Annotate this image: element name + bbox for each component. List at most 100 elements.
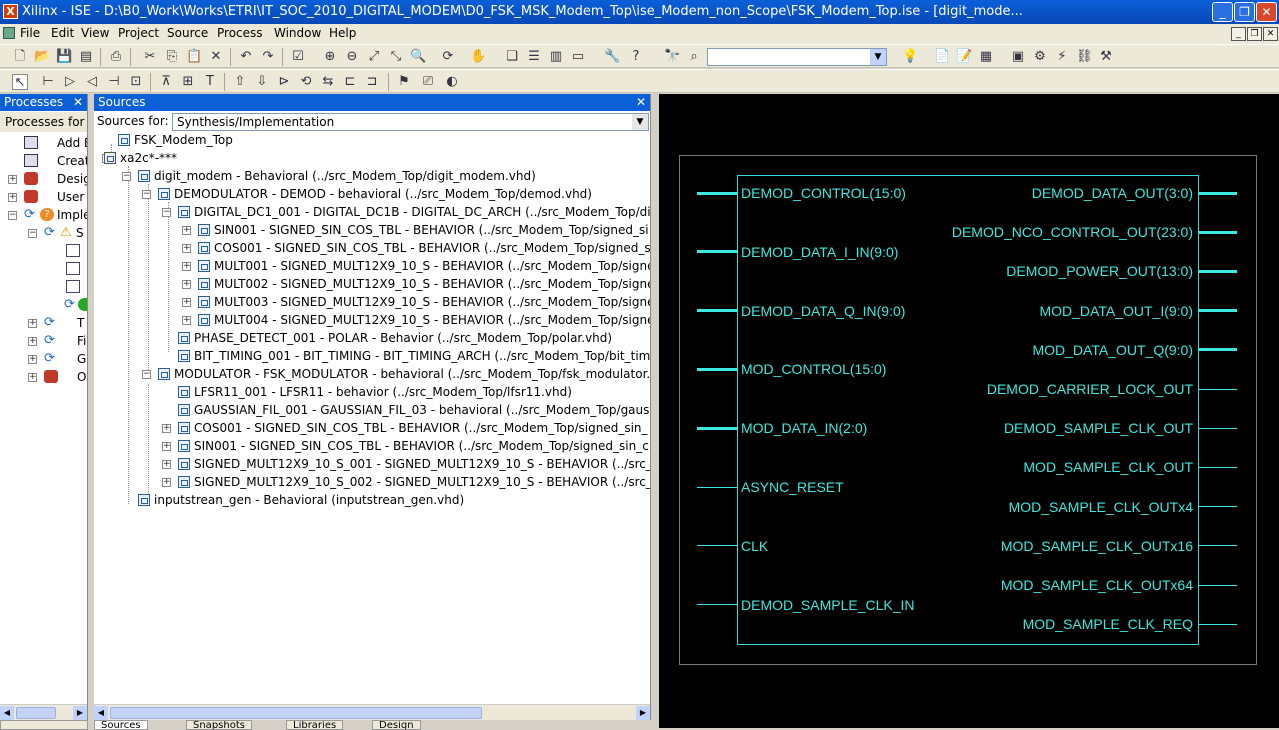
input-pin-wire[interactable] — [697, 426, 737, 430]
mdi-close-button[interactable]: ✕ — [1263, 27, 1278, 41]
output-pin-wire[interactable] — [1199, 584, 1237, 586]
tile-vertical-icon[interactable]: ▥ — [548, 49, 564, 65]
tab-libraries[interactable]: Libraries — [286, 720, 344, 730]
menu-view[interactable]: View — [81, 26, 109, 40]
add-bus-icon[interactable]: ⊣ — [106, 74, 122, 90]
input-pin-wire[interactable] — [697, 545, 737, 547]
symbol-icon[interactable]: ⊳ — [276, 74, 292, 90]
close-button[interactable]: ✕ — [1256, 2, 1277, 22]
tree-node[interactable]: − DIGITAL_DC1_001 - DIGITAL_DC1B - DIGITA… — [94, 203, 650, 221]
zoom-fit-icon[interactable]: ⤢ — [366, 49, 382, 65]
expand-icon[interactable]: + — [182, 280, 191, 289]
add-net-icon[interactable]: ▷ — [62, 74, 78, 90]
collapse-icon[interactable]: − — [28, 229, 37, 238]
processes-horizontal-scrollbar[interactable]: ◀ ▶ — [0, 704, 87, 720]
print-preview-icon[interactable]: ⎚ — [420, 74, 436, 90]
check-icon[interactable]: ☑ — [290, 49, 306, 65]
close-icon[interactable]: ✕ — [636, 94, 646, 111]
output-pin-wire[interactable] — [1199, 230, 1237, 234]
floorplan-icon[interactable]: ⚒ — [1098, 49, 1114, 65]
menu-edit[interactable]: Edit — [51, 26, 74, 40]
output-pin-wire[interactable] — [1199, 269, 1237, 273]
select-pointer-icon[interactable]: ↖ — [12, 74, 28, 90]
tree-node[interactable]: + MULT003 - SIGNED_MULT12X9_10_S - BEHAVI… — [94, 293, 650, 311]
tree-node[interactable]: inputstrean_gen - Behavioral (inputstrea… — [94, 491, 650, 509]
expand-icon[interactable]: + — [28, 337, 37, 346]
tree-node[interactable]: + MULT001 - SIGNED_MULT12X9_10_S - BEHAVI… — [94, 257, 650, 275]
output-pin-wire[interactable] — [1199, 348, 1237, 352]
menu-help[interactable]: Help — [329, 26, 356, 40]
rotate-icon[interactable]: ⟲ — [298, 74, 314, 90]
output-pin-wire[interactable] — [1199, 191, 1237, 195]
zoom-select-icon[interactable]: 🔍 — [410, 49, 426, 65]
tree-node[interactable]: LFSR11_001 - LFSR11 - behavior (../src_M… — [94, 383, 650, 401]
push-up-icon[interactable]: ⇧ — [232, 74, 248, 90]
input-pin-wire[interactable] — [697, 250, 737, 254]
sources-horizontal-scrollbar[interactable]: ◀ ▶ — [94, 704, 650, 720]
input-pin-wire[interactable] — [697, 486, 737, 488]
tile-horizontal-icon[interactable]: ☰ — [526, 49, 542, 65]
pinout-icon[interactable]: ⛓ — [1076, 49, 1093, 65]
tab-sources[interactable]: Sources — [94, 720, 148, 730]
tree-node[interactable]: −xa2c*-*** — [94, 149, 650, 167]
expand-icon[interactable]: + — [8, 193, 17, 202]
edit-document-icon[interactable]: 📝 — [956, 49, 972, 65]
branch-icon[interactable]: ⊐ — [364, 74, 380, 90]
tree-node[interactable]: + COS001 - SIGNED_SIN_COS_TBL - BEHAVIOR … — [94, 419, 650, 437]
input-pin-wire[interactable] — [697, 604, 737, 606]
expand-icon[interactable]: + — [182, 316, 191, 325]
tree-node[interactable]: + SIN001 - SIGNED_SIN_COS_TBL - BEHAVIOR … — [94, 437, 650, 455]
hand-icon[interactable]: ✋ — [470, 49, 486, 65]
collapse-icon[interactable]: − — [122, 172, 131, 181]
output-pin-wire[interactable] — [1199, 545, 1237, 547]
push-down-icon[interactable]: ⇩ — [254, 74, 270, 90]
scroll-left-icon[interactable]: ◀ — [0, 706, 14, 720]
tree-node[interactable]: + SIN001 - SIGNED_SIN_COS_TBL - BEHAVIOR … — [94, 221, 650, 239]
minimize-button[interactable]: _ — [1212, 2, 1233, 22]
check-schematic-icon[interactable]: ⚑ — [396, 74, 412, 90]
add-wire-icon[interactable]: ⊢ — [40, 74, 56, 90]
mirror-icon[interactable]: ⇆ — [320, 74, 336, 90]
schematic-canvas[interactable]: DEMOD_CONTROL(15:0) DEMOD_DATA_I_IN(9:0) D… — [659, 94, 1279, 728]
add-symbol-icon[interactable]: ⊡ — [128, 74, 144, 90]
expand-icon[interactable]: + — [28, 319, 37, 328]
tree-node[interactable]: BIT_TIMING_001 - BIT_TIMING - BIT_TIMING… — [94, 347, 650, 365]
expand-icon[interactable]: + — [182, 298, 191, 307]
mdi-minimize-button[interactable]: _ — [1231, 27, 1246, 41]
zoom-out-icon[interactable]: ⊖ — [344, 49, 360, 65]
output-pin-wire[interactable] — [1199, 466, 1237, 468]
tree-node[interactable]: − digit_modem - Behavioral (../src_Modem_… — [94, 167, 650, 185]
save-icon[interactable]: 💾 — [56, 49, 72, 65]
expand-icon[interactable]: + — [162, 460, 171, 469]
collapse-icon[interactable]: − — [8, 211, 17, 220]
add-io-icon[interactable]: ◁ — [84, 74, 100, 90]
tree-node[interactable]: + MULT004 - SIGNED_MULT12X9_10_S - BEHAVI… — [94, 311, 650, 329]
expand-icon[interactable]: + — [28, 355, 37, 364]
scroll-thumb[interactable] — [110, 707, 482, 719]
tab-design[interactable]: Design — [372, 720, 421, 730]
output-pin-wire[interactable] — [1199, 388, 1237, 390]
output-pin-wire[interactable] — [1199, 506, 1237, 508]
zoom-in-icon[interactable]: ⊕ — [322, 49, 338, 65]
mdi-restore-button[interactable]: ❐ — [1247, 27, 1262, 41]
collapse-icon[interactable]: − — [162, 208, 171, 217]
menu-source[interactable]: Source — [167, 26, 208, 40]
grid-icon[interactable]: ⊞ — [180, 74, 196, 90]
document-icon[interactable]: 📄 — [934, 49, 950, 65]
find-in-files-icon[interactable]: ⌕ — [686, 49, 702, 65]
wrench-icon[interactable]: 🔧 — [604, 49, 620, 65]
expand-icon[interactable]: + — [182, 262, 191, 271]
zoom-full-icon[interactable]: ⤡ — [388, 49, 404, 65]
help-pointer-icon[interactable]: ? — [628, 49, 644, 65]
template-icon[interactable]: ▦ — [978, 49, 994, 65]
expand-icon[interactable]: + — [162, 478, 171, 487]
lightbulb-icon[interactable]: 💡 — [902, 49, 918, 65]
hierarchy-icon[interactable]: ⊼ — [158, 74, 174, 90]
tree-node[interactable]: + MULT002 - SIGNED_MULT12X9_10_S - BEHAVI… — [94, 275, 650, 293]
tree-node[interactable]: FSK_Modem_Top — [94, 131, 650, 149]
tree-node[interactable]: + COS001 - SIGNED_SIN_COS_TBL - BEHAVIOR … — [94, 239, 650, 257]
close-icon[interactable]: ✕ — [73, 94, 83, 111]
scroll-right-icon[interactable]: ▶ — [636, 706, 650, 720]
print-icon[interactable]: ⎙ — [108, 49, 124, 65]
chip-icon[interactable]: ▣ — [1010, 49, 1026, 65]
